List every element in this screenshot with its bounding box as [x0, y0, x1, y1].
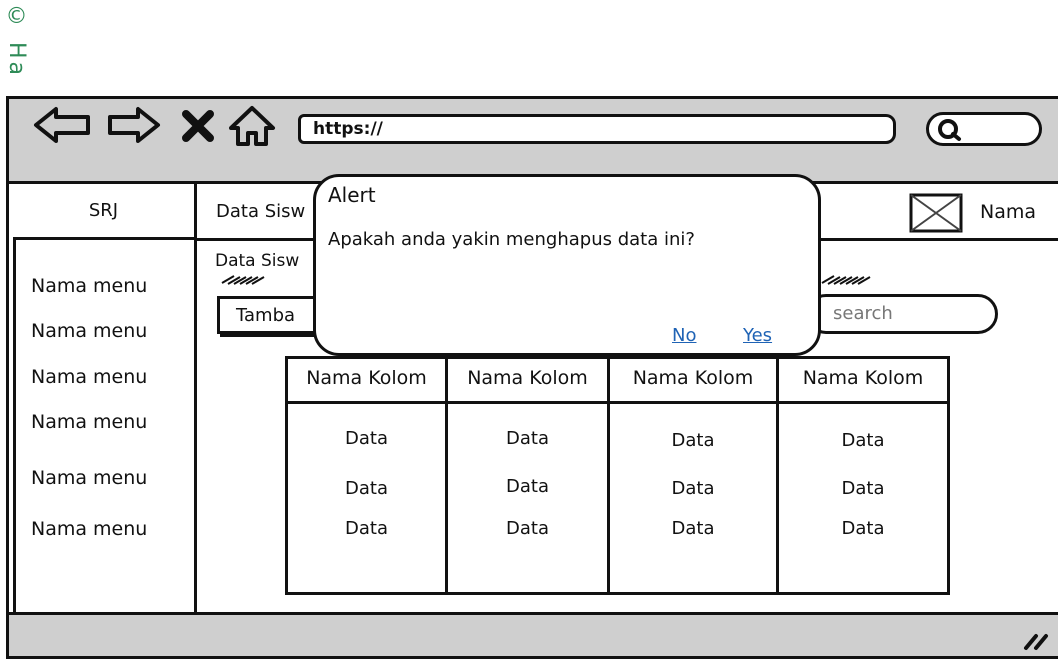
table-cell: Data	[841, 478, 885, 499]
header-tab[interactable]: Data Sisw	[216, 201, 305, 222]
no-button[interactable]: No	[672, 325, 696, 346]
table-cell: Data	[345, 478, 388, 499]
watermark: © Ha	[4, 4, 29, 79]
column-header[interactable]: Nama Kolom	[610, 367, 776, 389]
search-input[interactable]: search	[806, 294, 998, 334]
page-title: Data Sisw	[215, 251, 300, 271]
column-divider	[776, 356, 779, 595]
column-divider	[607, 356, 610, 595]
user-name[interactable]: Nama	[980, 201, 1036, 223]
table-cell: Data	[506, 476, 549, 497]
data-table	[285, 356, 950, 595]
forward-arrow-icon[interactable]	[106, 104, 164, 146]
table-cell: Data	[841, 518, 885, 539]
column-header[interactable]: Nama Kolom	[288, 367, 445, 389]
sidebar-item[interactable]: Nama menu	[31, 320, 147, 342]
table-cell: Data	[671, 518, 715, 539]
sidebar-item[interactable]: Nama menu	[31, 518, 147, 540]
sidebar-item[interactable]: Nama menu	[31, 411, 147, 433]
resize-grip-icon[interactable]	[1022, 628, 1052, 652]
app-brand: SRJ	[13, 184, 197, 240]
sidebar-item[interactable]: Nama menu	[31, 467, 147, 489]
column-header[interactable]: Nama Kolom	[779, 367, 947, 389]
alert-title: Alert	[328, 183, 376, 207]
table-cell: Data	[345, 428, 388, 449]
table-cell: Data	[671, 430, 715, 451]
table-cell: Data	[506, 518, 549, 539]
url-bar[interactable]: https://	[298, 114, 896, 144]
yes-button[interactable]: Yes	[743, 325, 772, 346]
scribble-underline	[221, 275, 265, 285]
alert-message: Apakah anda yakin menghapus data ini?	[328, 229, 695, 250]
sidebar-item[interactable]: Nama menu	[31, 275, 147, 297]
add-button[interactable]: Tamba	[217, 296, 327, 334]
browser-search-box[interactable]	[926, 112, 1042, 146]
avatar-image-icon[interactable]	[909, 193, 963, 233]
header-row-divider	[285, 401, 950, 404]
close-x-icon[interactable]	[178, 104, 218, 146]
scribble-underline	[821, 275, 871, 285]
column-header[interactable]: Nama Kolom	[448, 367, 607, 389]
sidebar-item[interactable]: Nama menu	[31, 366, 147, 388]
table-cell: Data	[345, 518, 388, 539]
table-cell: Data	[841, 430, 885, 451]
home-icon[interactable]	[226, 104, 278, 148]
table-cell: Data	[671, 478, 715, 499]
back-arrow-icon[interactable]	[30, 104, 96, 146]
table-cell: Data	[506, 428, 549, 449]
search-icon	[938, 119, 961, 141]
